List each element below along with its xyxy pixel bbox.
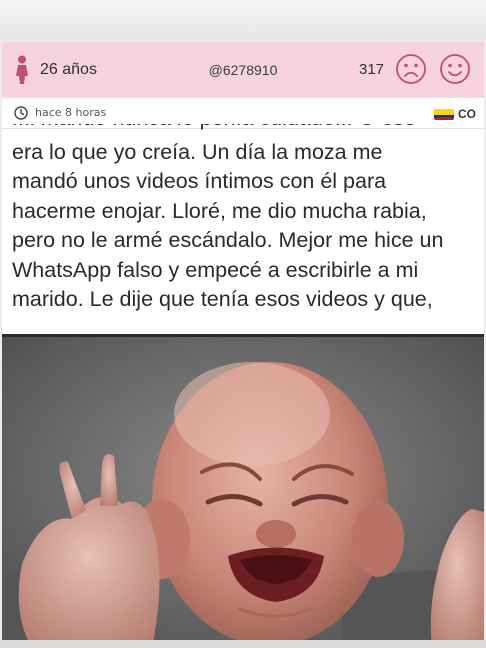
country-code: CO (458, 107, 476, 121)
happy-face-icon[interactable] (439, 53, 471, 90)
post-body-line: WhatsApp falso y empecé a escribirle a m… (12, 258, 419, 282)
post-header: 26 años @6278910 317 (2, 42, 484, 98)
post-body-line: mandó unos videos íntimos con él para (12, 169, 387, 193)
sad-face-icon[interactable] (395, 53, 427, 90)
post-body-line: Mi marido nunca le ponía cuidado... O es… (12, 124, 416, 133)
post-body: Mi marido nunca le ponía cuidado... O es… (12, 124, 482, 368)
post-body-line: marido. Le dije que tenía esos videos y … (12, 287, 433, 311)
post-body-line: era lo que yo creía. Un día la moza me (12, 140, 383, 164)
vote-count: 317 (359, 61, 385, 78)
colombia-flag-icon (434, 109, 454, 120)
crying-baby-image (2, 334, 484, 648)
clock-icon (14, 106, 28, 125)
post-body-line: pero no le armé escándalo. Mejor me hice… (12, 228, 444, 252)
post-timestamp: hace 8 horas (35, 106, 107, 119)
bottom-background-strip (0, 640, 486, 648)
top-background-strip (0, 0, 486, 40)
post-body-line: hacerme enojar. Lloré, me dio mucha rabi… (12, 199, 427, 223)
confession-card: 26 años @6278910 317 hace 8 horas CO era… (2, 42, 484, 648)
